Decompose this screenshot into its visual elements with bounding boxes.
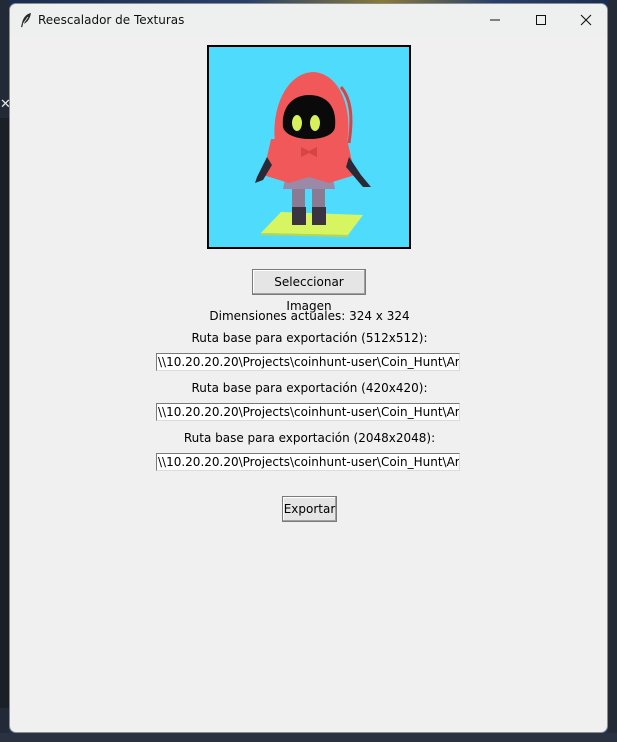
feather-icon bbox=[19, 12, 33, 28]
title-bar[interactable]: Reescalador de Texturas bbox=[10, 4, 607, 36]
export-button[interactable]: Exportar bbox=[282, 496, 337, 522]
close-button[interactable] bbox=[563, 4, 607, 36]
image-preview bbox=[207, 45, 411, 249]
minimize-button[interactable] bbox=[472, 4, 518, 36]
export-path-input-512[interactable]: \\10.20.20.20\Projects\coinhunt-user\Coi… bbox=[156, 353, 460, 371]
background-window-edge bbox=[0, 118, 9, 708]
export-path-input-420[interactable]: \\10.20.20.20\Projects\coinhunt-user\Coi… bbox=[156, 403, 460, 421]
export-path-label-512: Ruta base para exportación (512x512): bbox=[191, 331, 428, 345]
export-path-label-420: Ruta base para exportación (420x420): bbox=[191, 381, 428, 395]
select-image-button[interactable]: Seleccionar Imagen bbox=[252, 269, 366, 313]
maximize-button[interactable] bbox=[518, 4, 564, 36]
maximize-icon bbox=[536, 15, 546, 25]
minimize-icon bbox=[490, 19, 500, 21]
desktop-background-right bbox=[608, 0, 617, 742]
export-path-label-2048: Ruta base para exportación (2048x2048): bbox=[183, 431, 436, 445]
app-window: Reescalador de Texturas Seleccionar Imag… bbox=[9, 3, 608, 733]
window-title: Reescalador de Texturas bbox=[38, 13, 185, 27]
desktop-background-bottom bbox=[0, 733, 617, 742]
close-icon bbox=[580, 14, 592, 26]
hooded-character-thumbnail bbox=[209, 47, 409, 247]
dimensions-label: Dimensiones actuales: 324 x 324 bbox=[209, 309, 410, 323]
export-path-input-2048[interactable]: \\10.20.20.20\Projects\coinhunt-user\Coi… bbox=[156, 453, 460, 471]
